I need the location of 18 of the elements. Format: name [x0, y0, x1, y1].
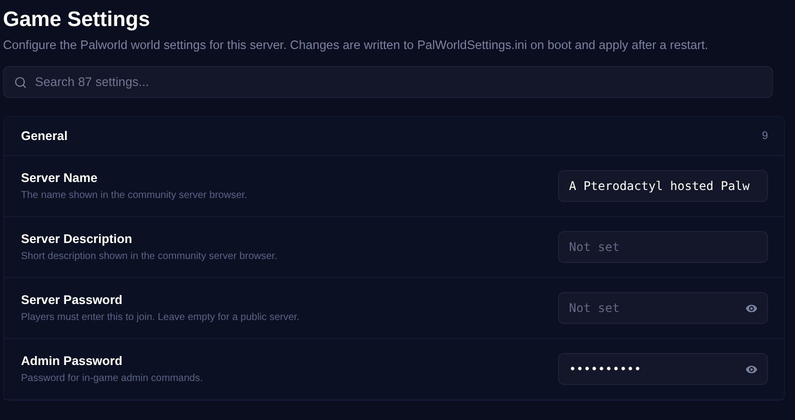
- section-title: General: [21, 129, 68, 143]
- setting-description: The name shown in the community server browser.: [21, 190, 248, 201]
- setting-description: Short description shown in the community server browser.: [21, 251, 278, 262]
- text-field[interactable]: A Pterodactyl hosted Palw: [558, 170, 768, 202]
- setting-description: Password for in-game admin commands.: [21, 373, 203, 384]
- search-field[interactable]: Search 87 settings...: [3, 66, 773, 98]
- password-field[interactable]: ••••••••••: [558, 353, 768, 385]
- text-field[interactable]: Not set: [558, 231, 768, 263]
- search-icon: [14, 76, 27, 88]
- setting-description: Players must enter this to join. Leave empty for a public server.: [21, 312, 300, 323]
- setting-count: 9: [762, 130, 768, 142]
- password-field[interactable]: Not set: [558, 292, 768, 324]
- page-description: Configure the Palworld world settings for this server. Changes are written to PalWorldSettings.ini on boot and apply after a restart.: [3, 38, 710, 52]
- setting-label: Server Password: [21, 293, 124, 307]
- setting-label: Admin Password: [21, 354, 124, 368]
- page-title: Game Settings: [3, 7, 152, 33]
- setting-label: Server Name: [21, 171, 98, 185]
- setting-label: Server Description: [21, 232, 134, 246]
